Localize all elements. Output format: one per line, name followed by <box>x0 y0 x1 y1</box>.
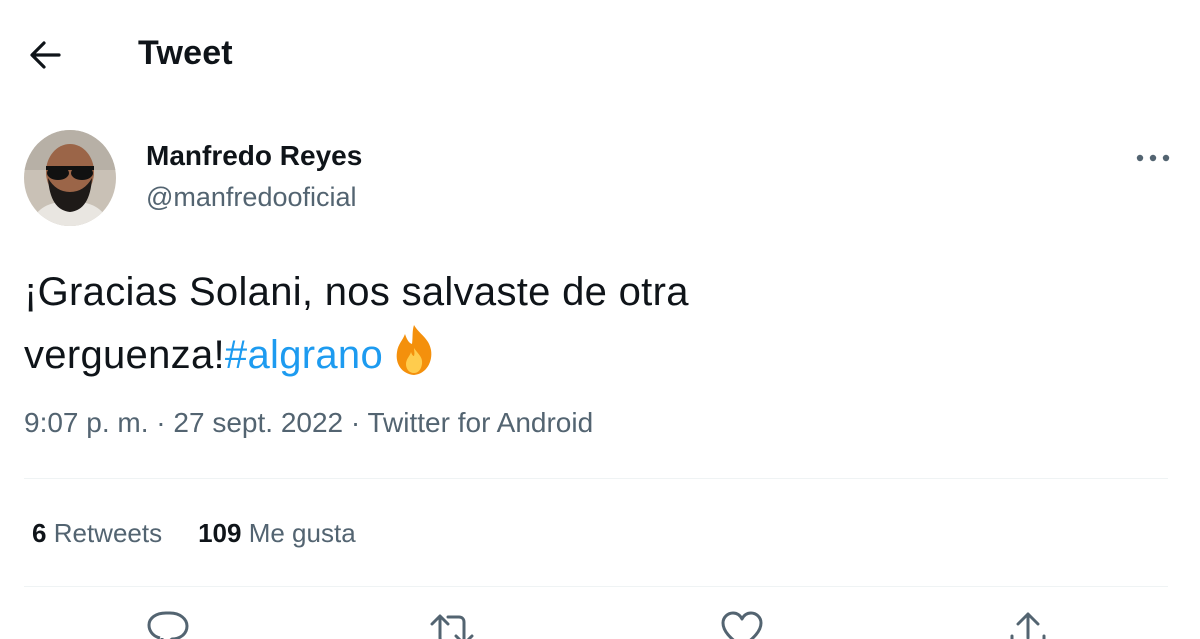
retweet-button[interactable] <box>422 610 482 639</box>
more-options-button[interactable] <box>1128 140 1178 176</box>
tweet-source[interactable]: Twitter for Android <box>368 407 594 438</box>
tweet-text-line-1: ¡Gracias Solani, nos salvaste de otra <box>24 270 689 314</box>
back-button[interactable] <box>22 32 68 78</box>
retweets-count: 6 <box>32 518 47 548</box>
hashtag-link[interactable]: #algrano <box>225 333 383 377</box>
reply-icon <box>147 611 189 639</box>
like-button[interactable] <box>712 610 772 639</box>
profile-photo <box>24 130 116 226</box>
avatar[interactable] <box>24 130 116 226</box>
retweet-icon <box>430 614 474 639</box>
retweets-stat[interactable]: 6 Retweets <box>32 518 162 549</box>
tweet-text-line-2-text: verguenza! <box>24 333 225 377</box>
divider <box>24 586 1168 587</box>
meta-separator-1: · <box>148 407 174 438</box>
likes-label: Me gusta <box>248 518 356 548</box>
page-title: Tweet <box>138 34 233 72</box>
likes-stat[interactable]: 109 Me gusta <box>198 518 356 549</box>
tweet-date[interactable]: 27 sept. 2022 <box>173 407 343 438</box>
likes-count: 109 <box>198 518 242 548</box>
author-handle[interactable]: @manfredooficial <box>146 182 357 213</box>
meta-separator-2: · <box>343 407 368 438</box>
retweets-label: Retweets <box>53 518 163 548</box>
fire-emoji-icon <box>389 322 439 395</box>
arrow-left-icon <box>30 41 61 69</box>
like-icon <box>721 611 763 639</box>
share-icon <box>1010 612 1046 639</box>
share-button[interactable] <box>998 610 1058 639</box>
reply-button[interactable] <box>138 610 198 639</box>
header: Tweet <box>0 0 1200 108</box>
divider <box>24 478 1168 479</box>
tweet-time[interactable]: 9:07 p. m. <box>24 407 149 438</box>
tweet-text-line-2: verguenza!#algrano <box>24 322 1164 395</box>
tweet-stats: 6 Retweets 109 Me gusta <box>32 518 392 549</box>
author-name[interactable]: Manfredo Reyes <box>146 140 362 172</box>
more-horizontal-icon <box>1136 154 1170 162</box>
tweet-text: ¡Gracias Solani, nos salvaste de otra ve… <box>24 262 1164 395</box>
tweet-meta: 9:07 p. m. · 27 sept. 2022 · Twitter for… <box>24 407 593 439</box>
tweet-detail-page: Tweet Manfredo Reyes @manfredooficial ¡G… <box>0 0 1200 639</box>
